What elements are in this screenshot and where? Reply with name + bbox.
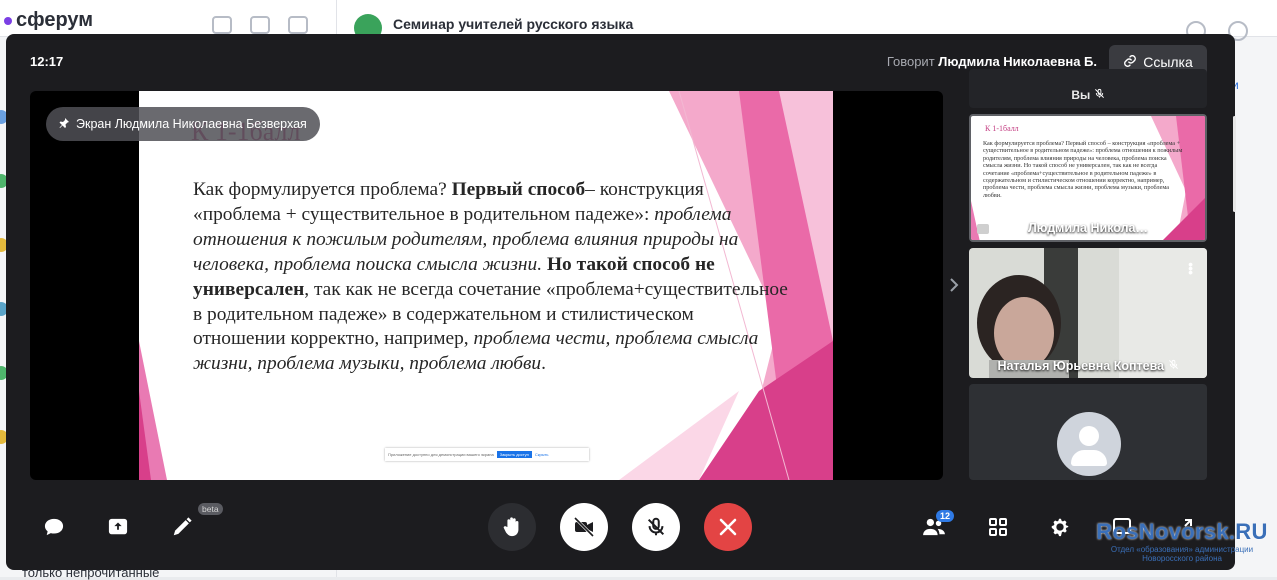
speaking-name: Людмила Николаевна Б. (938, 54, 1097, 69)
mini-slide-title: К 1-1балл (985, 124, 1019, 133)
close-icon (719, 518, 737, 536)
speaking-prefix: Говорит (886, 54, 935, 69)
chat-button[interactable] (41, 514, 67, 540)
messenger-topbar: сферум Семинар учителей русского языка (0, 0, 1277, 42)
mic-toggle-button[interactable] (632, 503, 680, 551)
mic-off-icon (647, 517, 665, 536)
active-speaker: Говорит Людмила Николаевна Б. (887, 54, 1097, 69)
site-watermark: RosNovorsk.RU Отдел «образования» админи… (1089, 519, 1275, 563)
participant-name: Людмила Никола… (1027, 221, 1149, 235)
pencil-icon (173, 517, 192, 536)
layout-grid-button[interactable] (985, 514, 1011, 540)
participant-tile-self[interactable]: Вы (969, 69, 1207, 108)
pinned-screen-badge[interactable]: Экран Людмила Николаевна Безверхая (46, 107, 320, 141)
chat-icon (44, 518, 64, 536)
slide-text-segment: Первый способ (451, 179, 586, 200)
hide-notice-link[interactable]: Скрыть (535, 452, 549, 457)
participant-name: Вы (969, 88, 1207, 102)
participants-scrollbar[interactable] (1233, 116, 1236, 212)
watermark-main: RosNovorsk.RU (1096, 519, 1268, 544)
more-options-icon[interactable]: • • • (1188, 257, 1193, 279)
participant-tile-screen[interactable]: К 1-1балл Как формулируется проблема? Пе… (969, 114, 1207, 242)
share-screen-icon (108, 518, 128, 535)
participant-tile-camera[interactable]: • • • Наталья Юрьевна Коптева (969, 248, 1207, 378)
self-name: Вы (1071, 88, 1091, 102)
copy-link-label: Ссылка (1143, 54, 1193, 70)
avatar-body (1071, 450, 1107, 466)
hand-icon (503, 517, 519, 537)
screen-share-notice: Приложение доступно для демонстрации ваш… (385, 448, 589, 461)
grid-icon (989, 518, 1007, 536)
app-logo-text: сферум (16, 9, 94, 31)
participant-camera-name: Наталья Юрьевна Коптева (997, 359, 1165, 373)
end-call-button[interactable] (704, 503, 752, 551)
logo-mark-icon (4, 16, 12, 25)
screen-share-stage[interactable]: К 1-1балл Как формулируется проблема? Пе… (30, 91, 943, 480)
participants-count-badge: 12 (936, 510, 955, 522)
compose-icon[interactable] (288, 16, 308, 34)
draw-button[interactable] (169, 514, 195, 540)
chevron-right-icon[interactable] (949, 278, 959, 295)
slide-text-segment: Как формулируется проблема? (193, 179, 452, 200)
mic-off-icon (1094, 88, 1105, 102)
pin-icon (58, 117, 70, 132)
user-avatar-icon (1057, 412, 1121, 476)
beta-badge: beta (198, 503, 223, 515)
stop-sharing-button[interactable]: Закрыть доступ (496, 451, 532, 458)
mic-off-icon (1168, 359, 1179, 373)
share-screen-button[interactable] (105, 514, 131, 540)
chat-title[interactable]: Семинар учителей русского языка (393, 16, 633, 32)
camera-toggle-button[interactable] (560, 503, 608, 551)
link-icon (1123, 54, 1137, 71)
watermark-sub2: Новоросского района (1142, 554, 1222, 563)
gear-icon (1051, 518, 1069, 537)
archive-icon[interactable] (250, 16, 270, 34)
mini-slide-text: Как формулируется проблема? Первый спосо… (983, 140, 1183, 199)
add-contact-icon[interactable] (212, 16, 232, 34)
video-call-window: 12:17 Говорит Людмила Николаевна Б. Ссыл… (6, 34, 1236, 570)
app-logo: сферум (4, 9, 93, 32)
pin-label: Экран Людмила Николаевна Безверхая (76, 117, 307, 131)
presentation-slide: К 1-1балл Как формулируется проблема? Пе… (139, 91, 833, 480)
share-notice-text: Приложение доступно для демонстрации ваш… (388, 452, 494, 457)
slide-body: Как формулируется проблема? Первый спосо… (193, 178, 791, 377)
call-clock: 12:17 (30, 54, 64, 69)
camera-off-icon (573, 516, 595, 538)
raise-hand-button[interactable] (488, 503, 536, 551)
avatar-head (1079, 426, 1099, 446)
settings-button[interactable] (1047, 514, 1073, 540)
participant-tile-avatar[interactable] (969, 384, 1207, 480)
slide-text-segment: . (541, 353, 546, 375)
participant-name: Наталья Юрьевна Коптева (969, 359, 1207, 373)
sidebar-toolbar (212, 16, 308, 34)
watermark-sub1: Отдел «образования» администрации (1110, 545, 1254, 554)
